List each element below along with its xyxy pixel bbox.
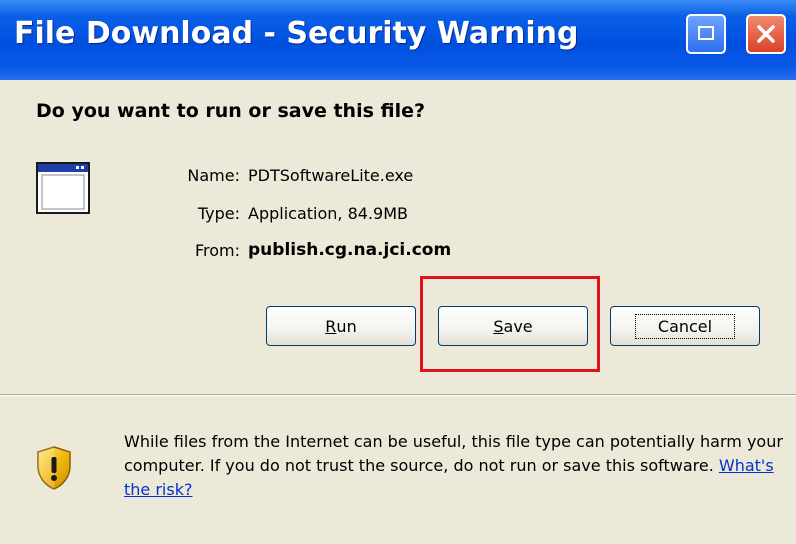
save-highlight-box (420, 276, 600, 372)
file-source: publish.cg.na.jci.com (248, 240, 452, 260)
type-label: Type: (197, 204, 240, 223)
run-label: un (336, 316, 357, 336)
help-button[interactable] (686, 14, 726, 54)
run-mnemonic: R (325, 316, 337, 336)
help-icon (698, 26, 714, 40)
warning-message: While files from the Internet can be use… (124, 432, 783, 475)
dialog-question: Do you want to run or save this file? (36, 100, 426, 122)
separator-highlight (0, 395, 796, 396)
close-button[interactable] (746, 14, 786, 54)
file-name: PDTSoftwareLite.exe (248, 166, 414, 185)
security-warning-text: While files from the Internet can be use… (124, 430, 784, 502)
title-bar[interactable]: File Download - Security Warning (0, 0, 796, 81)
file-type: Application, 84.9MB (248, 204, 408, 223)
from-label: From: (194, 241, 240, 260)
application-window-icon (36, 162, 90, 214)
window-title: File Download - Security Warning (14, 16, 579, 51)
cancel-label: Cancel (634, 313, 736, 339)
run-button[interactable]: Run (266, 306, 416, 346)
cancel-button[interactable]: Cancel (610, 306, 760, 346)
close-icon (757, 25, 775, 43)
security-shield-icon (37, 446, 71, 490)
name-label: Name: (187, 166, 240, 185)
